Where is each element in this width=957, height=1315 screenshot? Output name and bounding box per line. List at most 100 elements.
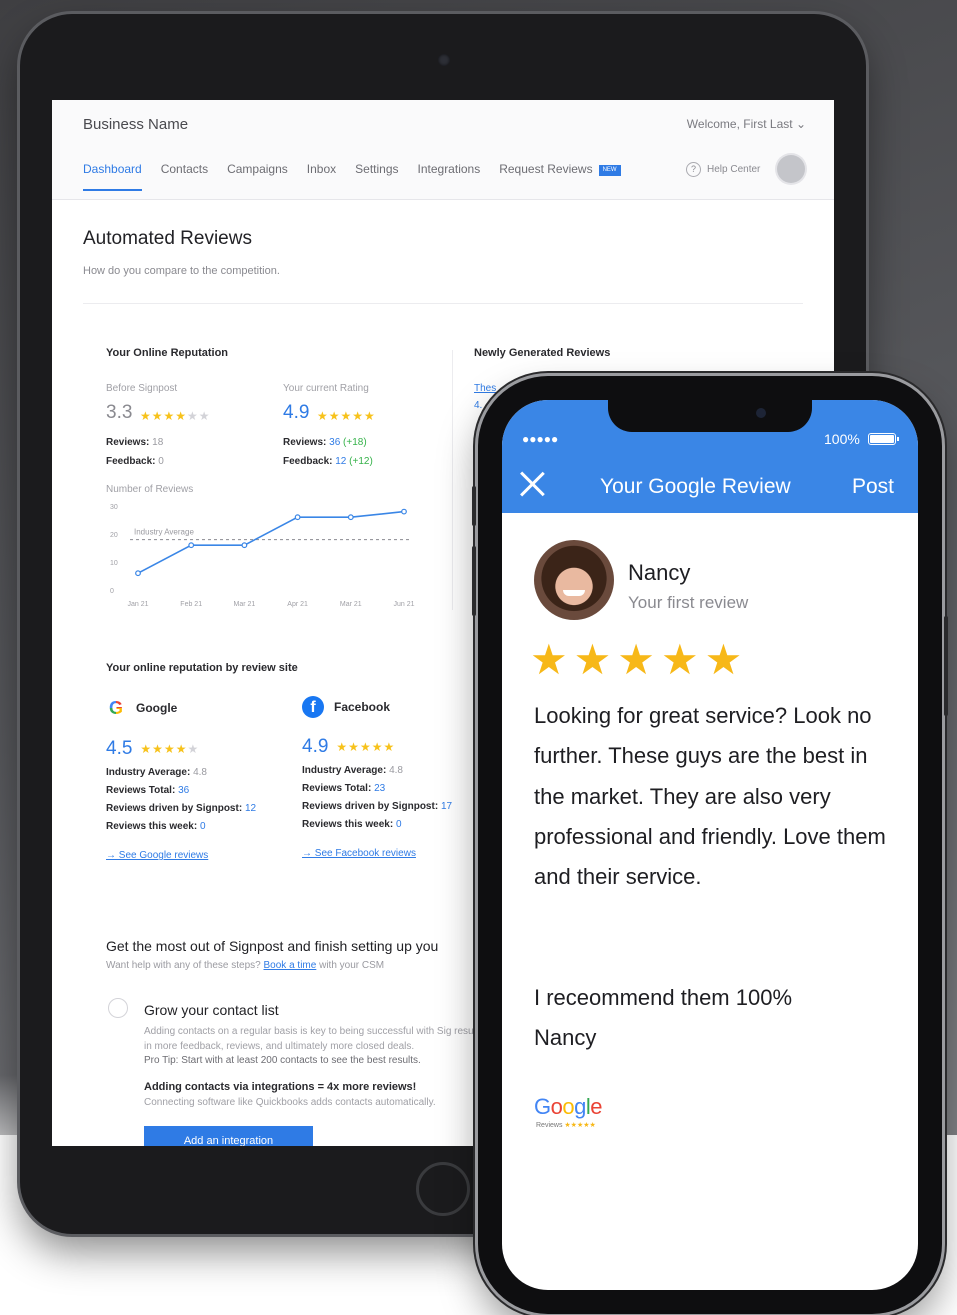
post-button[interactable]: Post: [852, 475, 894, 499]
facebook-reviews-week: Reviews this week: 0: [302, 819, 502, 830]
facebook-site-name: Facebook: [334, 700, 391, 714]
avatar[interactable]: [777, 155, 805, 183]
facebook-week-label: Reviews this week:: [302, 819, 394, 830]
divider: [83, 303, 803, 304]
battery-icon: [868, 433, 899, 445]
industry-average-label: Industry Average: [134, 528, 194, 537]
grow-contacts-title: Grow your contact list: [144, 1002, 279, 1018]
current-feedback-delta: (+12): [349, 456, 373, 467]
task-checkbox[interactable]: [108, 998, 128, 1018]
business-name: Business Name: [83, 116, 189, 133]
reviewer-subtitle: Your first review: [628, 593, 749, 612]
google-industry-average: Industry Average: 4.8: [106, 767, 306, 778]
current-reviews-value: 36: [329, 437, 341, 448]
app-header: Business Name Welcome, First Last ⌄ Dash…: [52, 100, 834, 200]
data-point: [401, 508, 407, 515]
book-a-time-link[interactable]: Book a time: [264, 960, 317, 971]
help-icon: ?: [686, 162, 701, 177]
facebook-driven-label: Reviews driven by Signpost:: [302, 801, 439, 812]
google-reviews-sub-label: Reviews: [536, 1122, 563, 1129]
google-letter: o: [550, 1094, 563, 1119]
battery-percentage: 100%: [824, 431, 860, 447]
see-google-reviews-link[interactable]: → See Google reviews: [106, 850, 306, 861]
newly-review-link[interactable]: Thes: [474, 383, 496, 394]
see-facebook-reviews-link[interactable]: → See Facebook reviews: [302, 848, 502, 859]
help-center-link[interactable]: ? Help Center: [686, 162, 760, 177]
tablet-home-button[interactable]: [416, 1162, 470, 1216]
phone-mute-switch: [472, 486, 476, 526]
facebook-industry-value: 4.8: [389, 765, 403, 776]
data-point: [188, 542, 195, 549]
google-week-label: Reviews this week:: [106, 821, 198, 832]
setup-sub-before: Want help with any of these steps?: [106, 960, 261, 971]
before-reviews: Reviews: 18: [106, 437, 163, 448]
google-reviews-total: Reviews Total: 36: [106, 785, 306, 796]
close-icon[interactable]: [518, 470, 546, 498]
facebook-driven-value: 17: [440, 801, 453, 812]
tablet-camera: [438, 54, 450, 66]
phone-device: ●●●●● 100% Your Google Review Post Nancy…: [472, 376, 948, 1314]
nav-campaigns[interactable]: Campaigns: [227, 162, 288, 176]
google-total-value: 36: [178, 785, 190, 796]
newly-review-value: 4.: [474, 400, 483, 411]
current-stars: ★★★★★: [317, 409, 376, 423]
page-subtitle: How do you compare to the competition.: [83, 265, 280, 277]
nav-inbox[interactable]: Inbox: [307, 162, 336, 176]
facebook-logo-icon: f: [302, 696, 324, 718]
nav-request-reviews[interactable]: Request Reviews NEW: [499, 162, 621, 176]
facebook-reviews-driven: Reviews driven by Signpost: 17: [302, 801, 502, 812]
user-menu[interactable]: Welcome, First Last ⌄: [687, 117, 806, 131]
review-recommendation: I receommend them 100%: [534, 985, 793, 1010]
google-site-card: G Google 4.5 ★★★★★ Industry Average: 4.8 R…: [106, 698, 306, 861]
vertical-divider: [452, 350, 453, 610]
main-nav: Dashboard Contacts Campaigns Inbox Setti…: [83, 162, 621, 191]
google-letter: G: [534, 1094, 551, 1119]
google-driven-value: 12: [244, 803, 257, 814]
before-reviews-value: 18: [152, 437, 164, 448]
integrations-text: Connecting software like Quickbooks adds…: [144, 1097, 436, 1108]
setup-sub-after: with your CSM: [319, 960, 385, 971]
x-tick-label: Feb 21: [180, 601, 202, 608]
google-reviews-logo: Google: [534, 1094, 603, 1120]
before-rating: 3.3: [106, 402, 133, 423]
review-body[interactable]: Looking for great service? Look no furth…: [534, 696, 904, 897]
add-integration-button[interactable]: Add an integration: [144, 1126, 313, 1146]
reviews-chart: Number of Reviews 0 10 20 30 Jan 21 Feb 21 Mar…: [106, 484, 426, 624]
facebook-stars: ★★★★★: [336, 740, 396, 754]
phone-notch: [608, 400, 812, 432]
x-tick-label: Mar 21: [340, 601, 362, 608]
current-feedback: Feedback: 12 (+12): [283, 456, 373, 467]
setup-subtitle: Want help with any of these steps? Book …: [106, 960, 384, 971]
review-signature: Nancy: [534, 1025, 597, 1050]
nav-dashboard[interactable]: Dashboard: [83, 162, 142, 191]
facebook-industry-average: Industry Average: 4.8: [302, 765, 502, 776]
data-point: [347, 514, 354, 521]
facebook-industry-label: Industry Average:: [302, 765, 387, 776]
x-tick-label: Apr 21: [287, 601, 308, 608]
setup-title: Get the most out of Signpost and finish …: [106, 938, 439, 954]
facebook-site-card: f Facebook 4.9 ★★★★★ Industry Average: 4.8…: [302, 696, 502, 859]
facebook-reviews-total: Reviews Total: 23: [302, 783, 502, 794]
newly-generated-title: Newly Generated Reviews: [474, 347, 611, 359]
page-title: Automated Reviews: [83, 228, 252, 249]
google-rating: 4.5: [106, 738, 133, 759]
phone-volume-up: [472, 546, 476, 616]
star-rating[interactable]: ★★★★★: [530, 635, 748, 685]
review-header-title: Your Google Review: [600, 475, 791, 498]
google-logo-icon: G: [106, 698, 126, 718]
google-letter: o: [562, 1094, 575, 1119]
welcome-text: Welcome, First Last: [686, 117, 793, 131]
nav-contacts[interactable]: Contacts: [161, 162, 208, 176]
current-feedback-value: 12: [335, 456, 347, 467]
before-reviews-label: Reviews:: [106, 437, 150, 448]
reviewer-name: Nancy: [628, 560, 691, 585]
y-tick-label: 10: [110, 560, 118, 567]
reviewer-avatar: [534, 540, 614, 620]
nav-integrations[interactable]: Integrations: [418, 162, 481, 176]
reviews-chart-svg: 0 10 20 30 Jan 21 Feb 21 Mar 21 Apr 21 Mar 21 Jun…: [110, 504, 415, 608]
x-tick-label: Mar 21: [234, 601, 256, 608]
x-tick-label: Jun 21: [393, 601, 414, 608]
before-feedback: Feedback: 0: [106, 456, 164, 467]
facebook-total-value: 23: [374, 783, 386, 794]
nav-settings[interactable]: Settings: [355, 162, 398, 176]
